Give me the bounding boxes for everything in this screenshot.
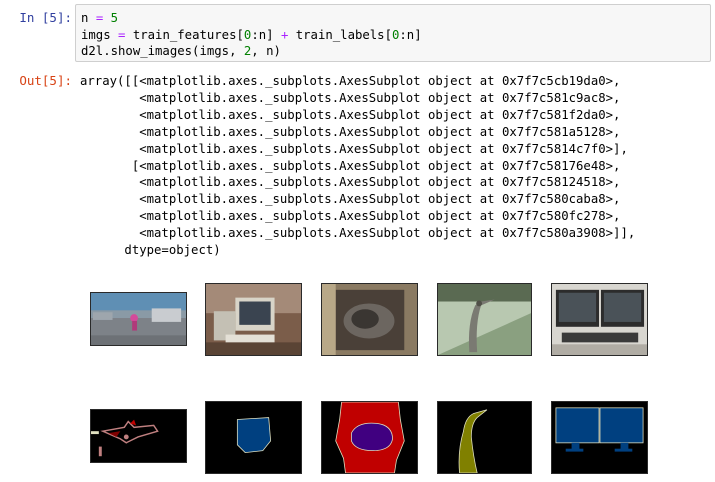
output-line: <matplotlib.axes._subplots.AxesSubplot o… <box>80 209 621 224</box>
runway-label <box>90 409 187 463</box>
code-token: train_features[ <box>125 27 244 42</box>
cat-on-chair-photo <box>321 283 418 356</box>
code-line: d2l.show_images(imgs, 2, n) <box>81 43 710 60</box>
output-line: <matplotlib.axes._subplots.AxesSubplot o… <box>80 107 621 122</box>
output-line: <matplotlib.axes._subplots.AxesSubplot o… <box>80 175 621 190</box>
code-token: , n) <box>251 44 281 58</box>
heron-photo <box>437 283 532 356</box>
code-token: :n] <box>251 27 281 42</box>
output-line: array([[<matplotlib.axes._subplots.AxesS… <box>80 74 621 88</box>
output-prompt: Out[5]: <box>19 73 72 88</box>
computer-label <box>205 401 302 474</box>
dual-monitor-label <box>551 401 648 474</box>
output-line: [<matplotlib.axes._subplots.AxesSubplot … <box>80 158 621 173</box>
code-token: d2l.show_images(imgs, <box>81 44 244 58</box>
code-token: n <box>81 11 96 25</box>
code-token: imgs <box>81 27 119 42</box>
input-prompt: In [5]: <box>19 10 72 25</box>
output-line: <matplotlib.axes._subplots.AxesSubplot o… <box>80 192 621 207</box>
code-token: train_labels[ <box>288 27 392 42</box>
cat-on-chair-label <box>321 401 418 474</box>
output-line: <matplotlib.axes._subplots.AxesSubplot o… <box>80 90 621 105</box>
code-line: n = 5 <box>81 10 710 27</box>
cell-output-text: array([[<matplotlib.axes._subplots.AxesS… <box>80 73 712 259</box>
code-number: 5 <box>110 11 119 25</box>
heron-label <box>437 401 532 474</box>
output-line: dtype=object) <box>80 243 221 258</box>
output-line: <matplotlib.axes._subplots.AxesSubplot o… <box>80 226 636 241</box>
code-token: :n] <box>399 27 422 42</box>
dual-monitor-photo <box>551 283 648 356</box>
code-line: imgs = train_features[0:n] + train_label… <box>81 27 710 44</box>
computer-photo <box>205 283 302 356</box>
code-cell-input[interactable]: n = 5 imgs = train_features[0:n] + train… <box>75 4 711 62</box>
output-line: <matplotlib.axes._subplots.AxesSubplot o… <box>80 124 621 139</box>
runway-photo <box>90 292 187 346</box>
output-line: <matplotlib.axes._subplots.AxesSubplot o… <box>80 141 628 156</box>
